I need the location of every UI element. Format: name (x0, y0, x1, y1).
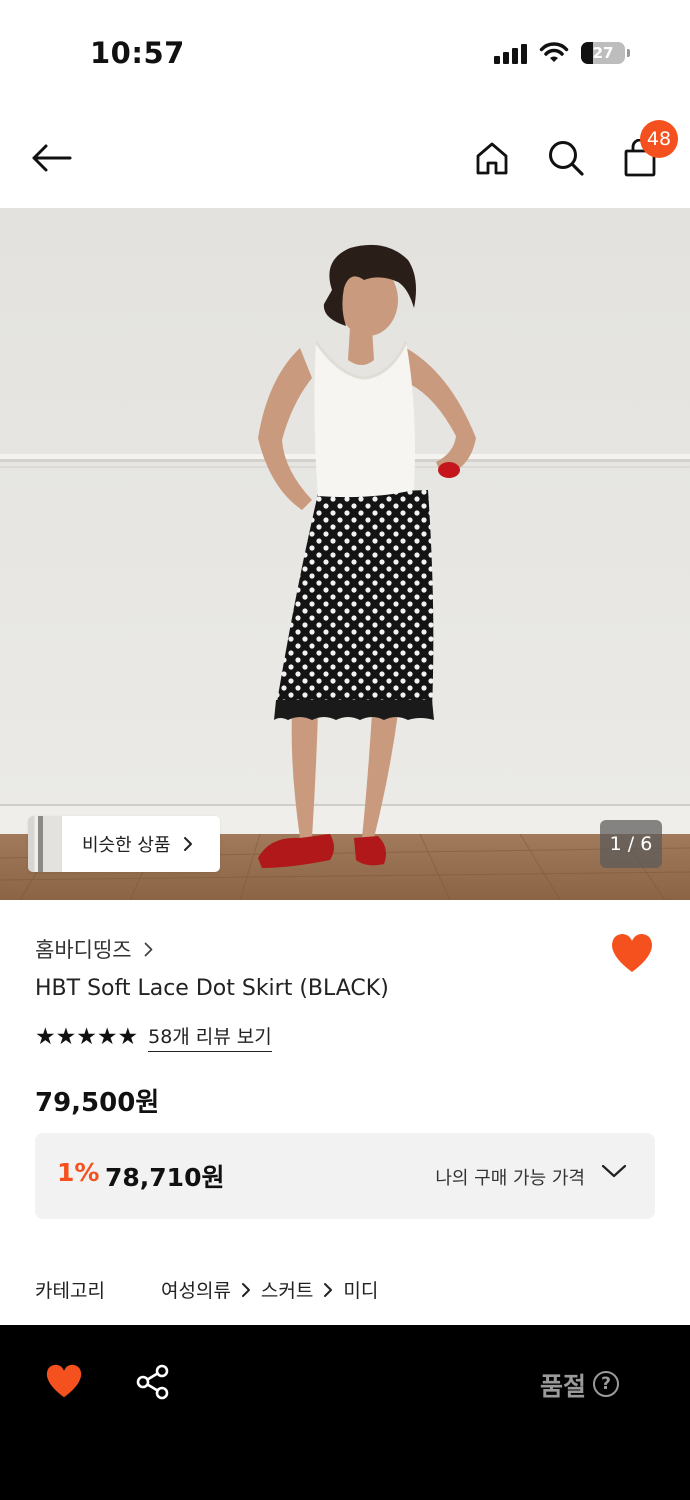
category-row: 카테고리 여성의류 스커트 미디 (35, 1276, 378, 1303)
heart-icon (612, 934, 652, 972)
cart-count-badge: 48 (640, 120, 678, 158)
discount-rate: 1% (57, 1158, 100, 1187)
product-name: HBT Soft Lace Dot Skirt (BLACK) (35, 976, 389, 1001)
similar-products-thumbnail (28, 816, 62, 872)
back-button[interactable] (30, 138, 80, 178)
status-bar: 10:57 27 (0, 0, 690, 110)
share-button[interactable] (134, 1363, 174, 1403)
brand-link[interactable]: 홈바디띵즈 (35, 934, 153, 964)
search-button[interactable] (546, 136, 586, 180)
product-photo (0, 208, 690, 900)
wifi-icon (539, 42, 569, 62)
product-image-gallery[interactable]: 비슷한 상품 1 / 6 (0, 208, 690, 900)
chevron-right-icon (324, 1282, 333, 1297)
category-breadcrumb: 여성의류 스커트 미디 (161, 1276, 378, 1303)
help-icon[interactable]: ? (593, 1371, 619, 1397)
battery-icon: 27 (581, 42, 625, 64)
rating-row: ★★★★★ 58개 리뷰 보기 (35, 1022, 272, 1052)
discounted-price: 78,710원 (105, 1163, 225, 1192)
cellular-signal-icon (494, 42, 527, 64)
battery-percent: 27 (592, 44, 614, 62)
chevron-right-icon (144, 942, 153, 956)
chevron-right-icon (241, 1282, 250, 1297)
top-nav-bar: 48 (0, 110, 690, 208)
status-icons: 27 (494, 42, 630, 64)
bottom-action-bar: 품절 ? (0, 1325, 690, 1500)
category-label: 카테고리 (35, 1280, 105, 1302)
review-link[interactable]: 58개 리뷰 보기 (148, 1022, 272, 1052)
home-icon (476, 142, 508, 175)
similar-products-button[interactable]: 비슷한 상품 (28, 816, 220, 872)
category-item-women-clothing[interactable]: 여성의류 (161, 1276, 231, 1303)
category-item-skirt[interactable]: 스커트 (261, 1276, 313, 1303)
similar-products-label: 비슷한 상품 (82, 835, 171, 856)
product-price: 79,500원 (35, 1088, 160, 1118)
share-icon (136, 1364, 169, 1400)
search-icon (549, 141, 584, 176)
chevron-down-icon (601, 1164, 627, 1178)
bottom-wishlist-button[interactable] (44, 1363, 86, 1403)
brand-name: 홈바디띵즈 (35, 938, 132, 962)
category-item-midi[interactable]: 미디 (343, 1276, 378, 1303)
status-time: 10:57 (90, 36, 185, 70)
star-rating: ★★★★★ (35, 1024, 139, 1050)
my-price-panel[interactable]: 1% 78,710원 나의 구매 가능 가격 (35, 1133, 655, 1219)
heart-icon (46, 1364, 82, 1398)
chevron-right-icon (183, 837, 192, 851)
cart-button[interactable]: 48 (620, 120, 678, 180)
back-arrow-icon (32, 144, 72, 172)
image-page-counter: 1 / 6 (600, 820, 662, 868)
sold-out-label: 품절 (539, 1372, 586, 1401)
wishlist-button[interactable] (609, 932, 655, 978)
my-price-label: 나의 구매 가능 가격 (435, 1168, 585, 1189)
home-button[interactable] (472, 136, 512, 180)
